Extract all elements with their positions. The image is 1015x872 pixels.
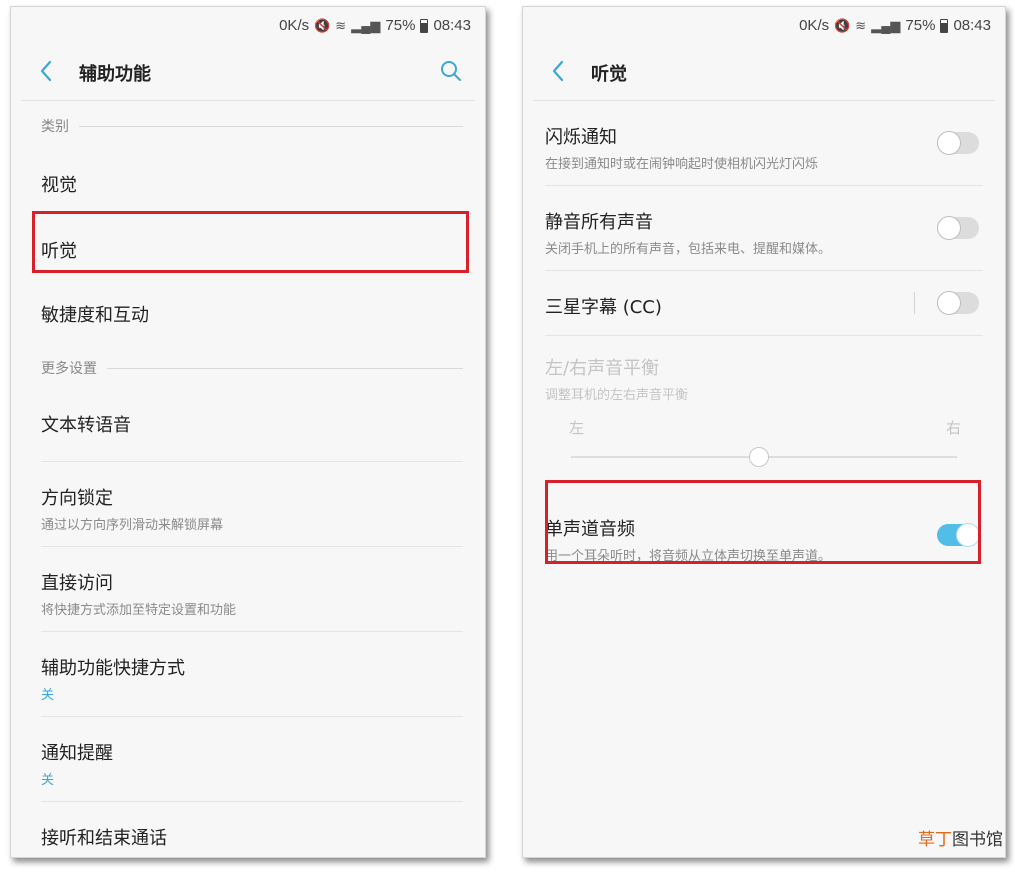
item-title: 通知提醒 [41,743,113,764]
menu-item-direction-lock[interactable]: 方向锁定 通过以方向序列滑动来解锁屏幕 [41,462,463,547]
mute-icon: 🔇 [314,17,331,33]
watermark-part1: 草丁 [918,830,952,850]
back-arrow-icon[interactable] [551,60,565,82]
flash-notification-toggle[interactable] [937,131,979,155]
slider-thumb [749,447,769,467]
clock: 08:43 [953,17,991,34]
search-icon[interactable] [439,59,463,83]
battery-icon [940,18,949,33]
mute-icon: 🔇 [834,17,851,33]
network-speed: 0K/s [799,17,830,34]
signal-icon: ▂▄▆ [871,17,901,33]
wifi-icon: ≋ [335,17,347,33]
page-title: 听觉 [591,64,627,85]
back-arrow-icon[interactable] [39,60,53,82]
item-subtitle: 关闭手机上的所有声音，包括来电、提醒和媒体。 [545,242,832,257]
menu-item-direct-access[interactable]: 直接访问 将快捷方式添加至特定设置和功能 [41,547,463,632]
item-status: 关 [41,688,55,703]
item-title: 敏捷度和互动 [41,305,149,326]
watermark: 草丁图书馆 [918,825,1003,850]
balance-slider [571,443,957,473]
page-title: 辅助功能 [79,64,151,85]
section-header-more: 更多设置 [41,343,463,393]
status-bar: 0K/s 🔇 ≋ ▂▄▆ 75% 08:43 [11,7,485,43]
vertical-divider [914,292,915,314]
item-title: 静音所有声音 [545,212,653,233]
menu-item-dexterity[interactable]: 敏捷度和互动 [41,279,463,343]
item-subtitle: 用一个耳朵听时，将音频从立体声切换至单声道。 [545,549,832,564]
battery-percent: 75% [385,17,416,34]
battery-percent: 75% [905,17,936,34]
item-title: 视觉 [41,175,77,196]
balance-labels: 左 右 [545,413,983,443]
app-bar: 辅助功能 [21,43,475,101]
section-label: 更多设置 [41,361,97,377]
watermark-part2: 图书馆 [952,830,1003,850]
item-title: 辅助功能快捷方式 [41,658,185,679]
setting-balance: 左/右声音平衡 调整耳机的左右声音平衡 左 右 [545,336,983,481]
item-title: 方向锁定 [41,488,113,509]
item-subtitle: 通过以方向序列滑动来解锁屏幕 [41,518,224,533]
section-label: 类别 [41,119,69,135]
item-title: 单声道音频 [545,519,635,540]
menu-item-tts[interactable]: 文本转语音 [41,393,463,462]
item-title: 文本转语音 [41,415,131,436]
battery-icon [420,18,429,33]
hearing-screen: 0K/s 🔇 ≋ ▂▄▆ 75% 08:43 听觉 闪烁通知 在接到通知时或在闹… [522,6,1006,858]
divider [79,125,463,127]
item-title: 闪烁通知 [545,127,617,148]
menu-item-accessibility-shortcut[interactable]: 辅助功能快捷方式 关 [41,632,463,717]
item-status: 关 [41,773,55,788]
menu-item-notification-reminder[interactable]: 通知提醒 关 [41,717,463,802]
balance-left-label: 左 [569,419,585,437]
mute-all-sounds-toggle[interactable] [937,216,979,240]
menu-item-hearing[interactable]: 听觉 [41,215,463,279]
samsung-subtitles-toggle[interactable] [937,291,979,315]
item-title: 接听和结束通话 [41,828,167,849]
menu-item-answer-end-calls[interactable]: 接听和结束通话 [41,802,463,857]
divider [107,367,463,369]
item-title: 三星字幕 (CC) [545,297,662,318]
status-bar: 0K/s 🔇 ≋ ▂▄▆ 75% 08:43 [523,7,1005,43]
section-header-category: 类别 [41,101,463,151]
app-bar: 听觉 [533,43,995,101]
setting-samsung-subtitles[interactable]: 三星字幕 (CC) [545,271,983,336]
signal-icon: ▂▄▆ [351,17,381,33]
accessibility-screen: 0K/s 🔇 ≋ ▂▄▆ 75% 08:43 辅助功能 类别 视觉 听觉 敏捷度… [10,6,486,858]
balance-right-label: 右 [945,419,961,437]
item-title: 直接访问 [41,573,113,594]
network-speed: 0K/s [279,17,310,34]
clock: 08:43 [433,17,471,34]
mono-audio-toggle[interactable] [937,523,980,547]
item-title: 听觉 [41,241,77,262]
setting-mono-audio[interactable]: 单声道音频 用一个耳朵听时，将音频从立体声切换至单声道。 [545,493,983,578]
item-subtitle: 在接到通知时或在闹钟响起时使相机闪光灯闪烁 [545,157,819,172]
item-subtitle: 将快捷方式添加至特定设置和功能 [41,603,237,618]
menu-item-vision[interactable]: 视觉 [41,151,463,215]
item-title: 左/右声音平衡 [545,358,660,379]
setting-flash-notification[interactable]: 闪烁通知 在接到通知时或在闹钟响起时使相机闪光灯闪烁 [545,101,983,186]
setting-mute-all-sounds[interactable]: 静音所有声音 关闭手机上的所有声音，包括来电、提醒和媒体。 [545,186,983,271]
item-subtitle: 调整耳机的左右声音平衡 [545,388,689,403]
wifi-icon: ≋ [855,17,867,33]
